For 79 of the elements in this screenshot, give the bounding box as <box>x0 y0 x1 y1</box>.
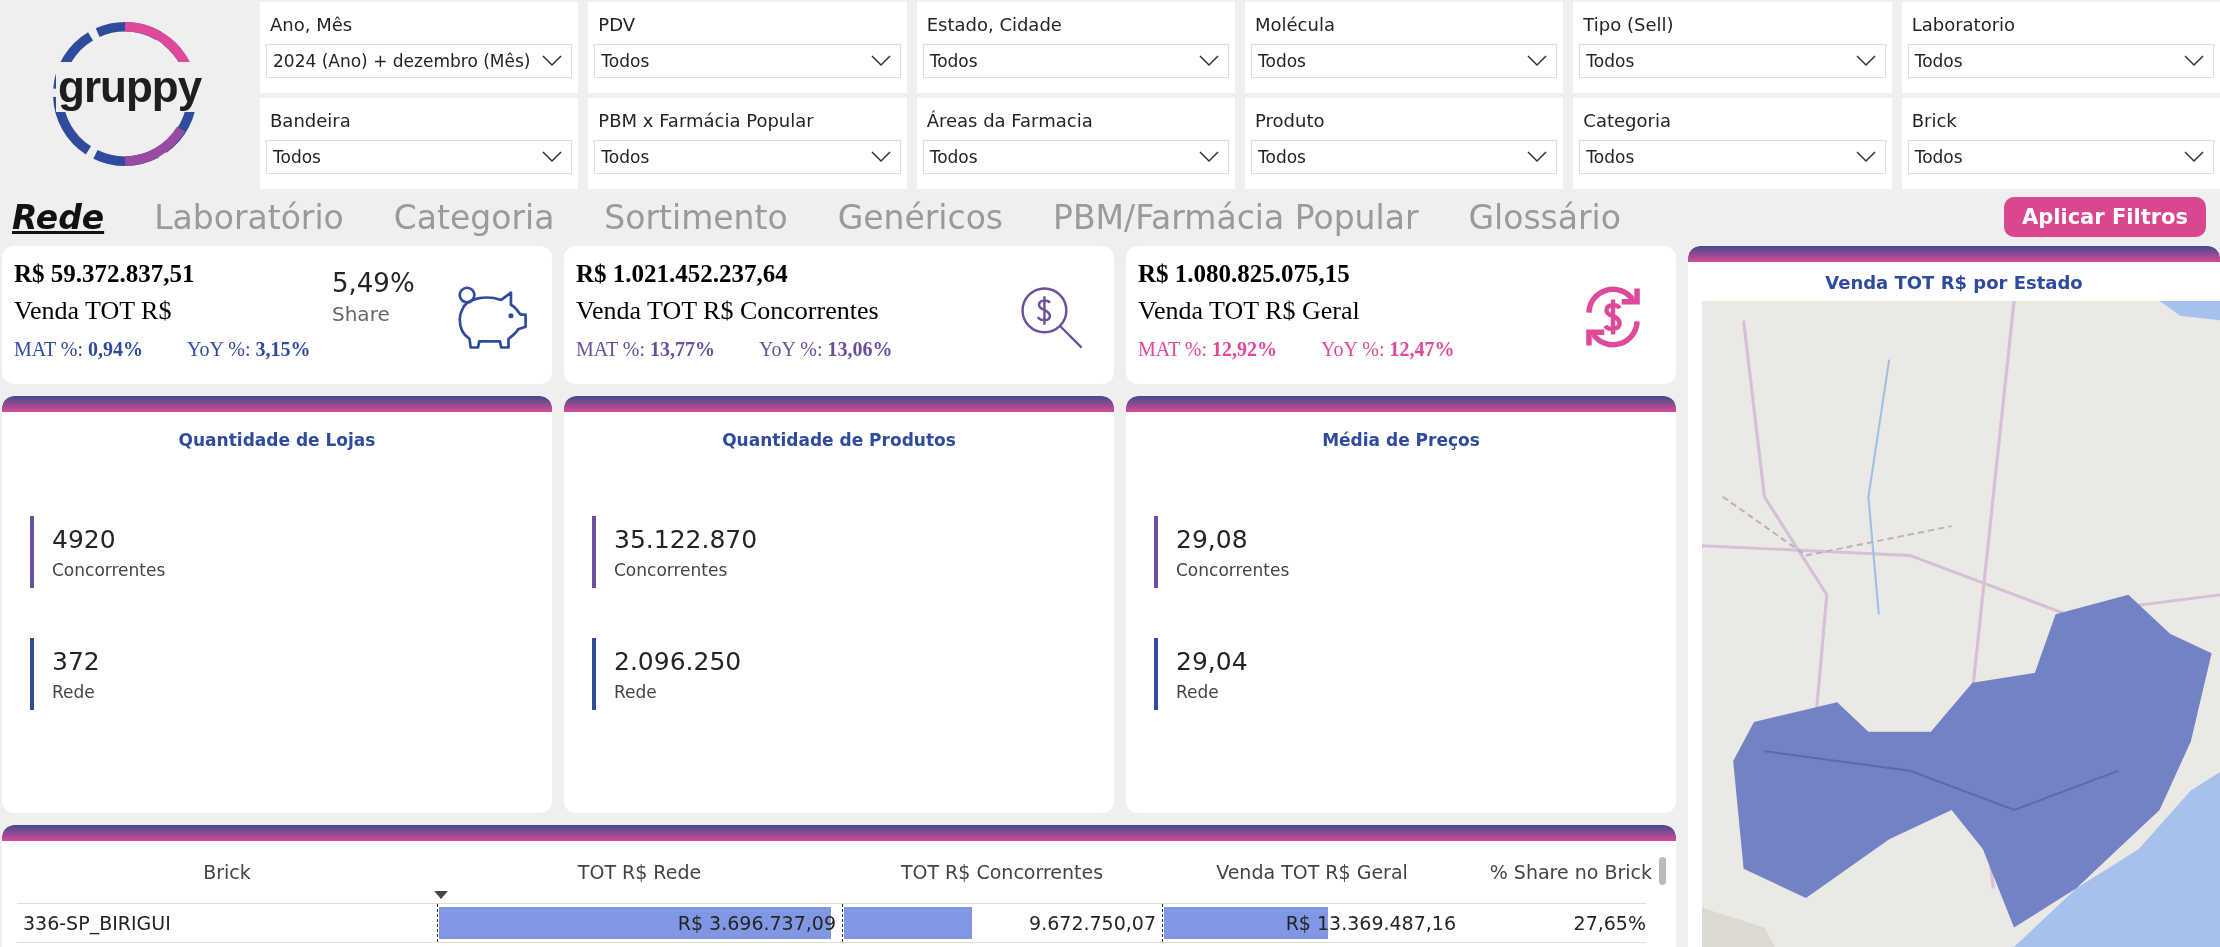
dropdown[interactable]: 2024 (Ano) + dezembro (Mês) <box>266 44 573 78</box>
metric-label: Concorrentes <box>52 559 166 580</box>
filter-label: Ano, Mês <box>269 14 353 35</box>
dropdown[interactable]: Todos <box>1907 140 2214 174</box>
metric-value: 4920 <box>52 524 116 554</box>
share-value: 5,49% <box>332 268 415 298</box>
column-header[interactable]: Brick <box>17 841 437 903</box>
filter-label: PBM x Farmácia Popular <box>597 110 814 131</box>
column-header[interactable]: TOT R$ Concorrentes <box>842 841 1162 903</box>
mat-stat: MAT %: 0,94% <box>14 338 144 361</box>
chevron-down-icon <box>1854 55 1877 67</box>
logo-text: gruppy <box>56 62 204 112</box>
chevron-down-icon <box>1526 55 1549 67</box>
chevron-down-icon <box>869 55 892 67</box>
yoy-stat: YoY %: 3,15% <box>187 338 311 361</box>
kpi-value: R$ 59.372.837,51 <box>14 260 195 288</box>
metric-value: 29,04 <box>1176 646 1248 676</box>
apply-filters-button[interactable]: Aplicar Filtros <box>2003 197 2206 237</box>
dropdown[interactable]: Todos <box>1579 140 1886 174</box>
filter-label: Categoria <box>1582 110 1671 131</box>
chevron-down-icon <box>869 151 892 163</box>
kpi-label: Venda TOT R$ Geral <box>1138 296 1360 326</box>
map-title: Venda TOT R$ por Estado <box>1825 272 2083 293</box>
metric-label: Rede <box>52 681 95 702</box>
yoy-stat: YoY %: 12,47% <box>1321 338 1455 361</box>
metric-label: Rede <box>614 681 657 702</box>
column-header[interactable]: TOT R$ Rede <box>437 841 842 903</box>
filter-label: Molécula <box>1254 14 1335 35</box>
share-label: Share <box>332 302 391 326</box>
filter-label: Tipo (Sell) <box>1582 14 1674 35</box>
chevron-down-icon <box>2183 55 2205 67</box>
sort-descending-icon <box>434 891 448 899</box>
chevron-down-icon <box>2183 151 2205 163</box>
dropdown[interactable]: Todos <box>922 140 1229 174</box>
dropdown[interactable]: Todos <box>266 140 573 174</box>
mat-stat: MAT %: 12,92% <box>1138 338 1278 361</box>
dropdown[interactable]: Todos <box>1907 44 2214 78</box>
dropdown[interactable]: Todos <box>1251 44 1558 78</box>
metric-title: Quantidade de Produtos <box>722 430 956 450</box>
dropdown[interactable]: Todos <box>594 140 901 174</box>
table-cell: 27,65% <box>1573 912 1646 934</box>
chevron-down-icon <box>1198 55 1220 67</box>
column-header[interactable]: % Share no Brick <box>1462 841 1652 903</box>
metric-label: Rede <box>1176 681 1219 702</box>
filter-label: Laboratorio <box>1910 14 2016 35</box>
dropdown[interactable]: Todos <box>922 44 1229 78</box>
metric-title: Quantidade de Lojas <box>178 430 376 450</box>
table-cell: 9.672.750,07 <box>1029 912 1156 934</box>
filter-label: Estado, Cidade <box>925 14 1062 35</box>
metric-value: 372 <box>52 646 100 676</box>
kpi-value: R$ 1.021.452.237,64 <box>576 260 788 288</box>
filter-label: Bandeira <box>269 110 351 131</box>
chevron-down-icon <box>541 55 564 67</box>
metric-value: 35.122.870 <box>614 524 758 554</box>
mat-stat: MAT %: 13,77% <box>576 338 716 361</box>
filter-label: Brick <box>1910 110 1957 131</box>
kpi-label: Venda TOT R$ Concorrentes <box>576 296 879 326</box>
dropdown[interactable]: Todos <box>1251 140 1558 174</box>
dropdown[interactable]: Todos <box>1579 44 1886 78</box>
yoy-stat: YoY %: 13,06% <box>759 338 893 361</box>
chevron-down-icon <box>1526 151 1549 163</box>
metric-value: 2.096.250 <box>614 646 742 676</box>
chevron-down-icon <box>541 151 564 163</box>
metric-value: 29,08 <box>1176 524 1248 554</box>
dropdown[interactable]: Todos <box>594 44 901 78</box>
metric-label: Concorrentes <box>1176 559 1290 580</box>
tab[interactable]: Rede <box>12 197 105 237</box>
metric-title: Média de Preços <box>1322 430 1480 450</box>
chevron-down-icon <box>1854 151 1877 163</box>
filter-label: Produto <box>1254 110 1325 131</box>
table-cell: 336-SP_BIRIGUI <box>23 912 171 934</box>
kpi-label: Venda TOT R$ <box>14 296 172 326</box>
filter-label: PDV <box>597 14 636 35</box>
metric-label: Concorrentes <box>614 559 728 580</box>
scrollbar[interactable] <box>1659 857 1666 885</box>
filter-label: Áreas da Farmacia <box>925 110 1093 131</box>
kpi-value: R$ 1.080.825.075,15 <box>1138 260 1350 288</box>
column-header[interactable]: Venda TOT R$ Geral <box>1162 841 1462 903</box>
chevron-down-icon <box>1198 151 1220 163</box>
